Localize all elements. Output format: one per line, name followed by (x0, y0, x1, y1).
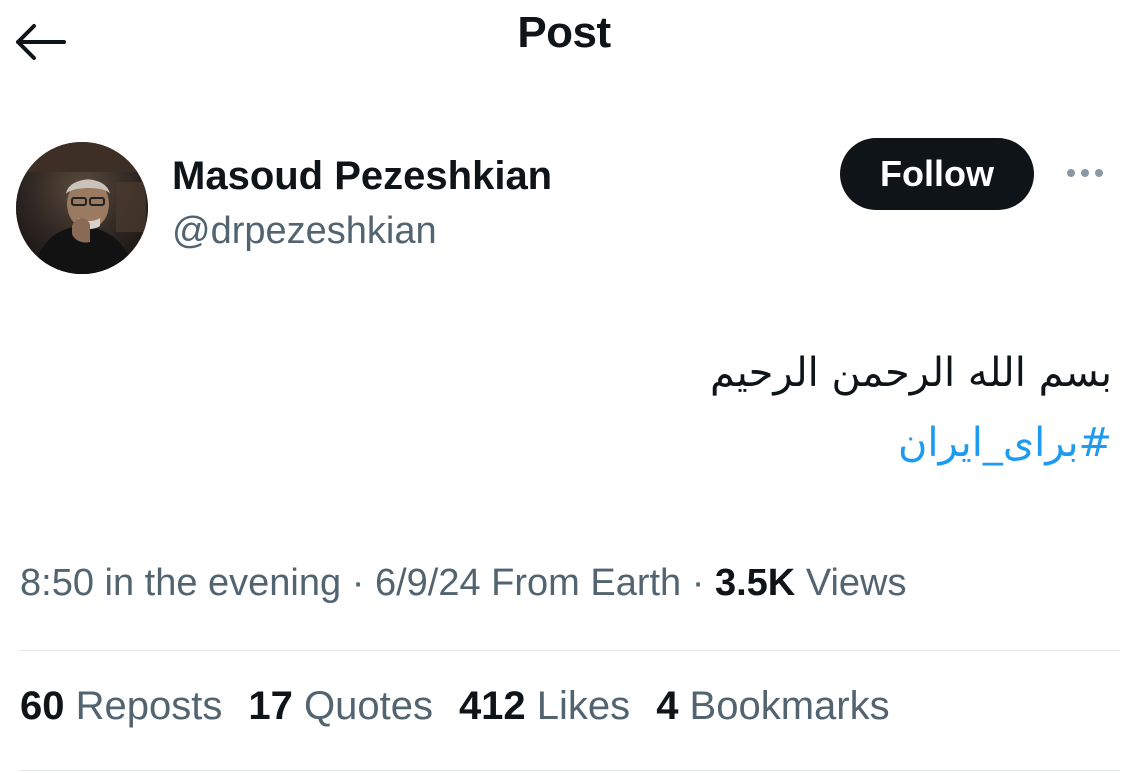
divider (20, 770, 1120, 771)
meta-separator: · (681, 562, 715, 604)
page-title: Post (517, 8, 611, 57)
stat-label: Reposts (64, 684, 223, 728)
divider (20, 650, 1120, 651)
stat-label: Bookmarks (678, 684, 890, 728)
more-options-button[interactable] (1060, 156, 1110, 190)
avatar[interactable] (16, 142, 148, 274)
stat-label: Likes (525, 684, 631, 728)
post-meta: 8:50 in the evening · 6/9/24 From Earth … (20, 562, 907, 605)
stat-count: 60 (20, 684, 65, 728)
stat-count: 412 (458, 684, 526, 728)
views-label: Views (795, 562, 907, 604)
post-text: بسم الله الرحمن الرحیم (709, 350, 1112, 396)
stat-label: Quotes (292, 684, 433, 728)
more-dot (1095, 169, 1103, 177)
bookmarks-stat[interactable]: 4 Bookmarks (656, 684, 889, 729)
hashtag-link[interactable]: #برای_ایران (898, 420, 1112, 466)
author-name[interactable]: Masoud Pezeshkian (172, 154, 552, 199)
post-date[interactable]: 6/9/24 (375, 562, 481, 604)
quotes-stat[interactable]: 17 Quotes (248, 684, 433, 729)
follow-button[interactable]: Follow (840, 138, 1034, 210)
stat-count: 4 (656, 684, 679, 728)
views-count: 3.5K (714, 562, 796, 604)
stat-count: 17 (248, 684, 293, 728)
author-handle[interactable]: @drpezeshkian (172, 210, 437, 253)
engagement-stats: 60 Reposts 17 Quotes 412 Likes 4 Bookmar… (20, 684, 890, 729)
more-dot (1081, 169, 1089, 177)
post-location: From Earth (480, 562, 682, 604)
meta-separator: · (341, 562, 375, 604)
post-time[interactable]: 8:50 in the evening (20, 562, 341, 604)
more-horizontal-icon (1067, 169, 1075, 177)
avatar-photo (16, 142, 148, 274)
likes-stat[interactable]: 412 Likes (459, 684, 630, 729)
reposts-stat[interactable]: 60 Reposts (20, 684, 222, 729)
